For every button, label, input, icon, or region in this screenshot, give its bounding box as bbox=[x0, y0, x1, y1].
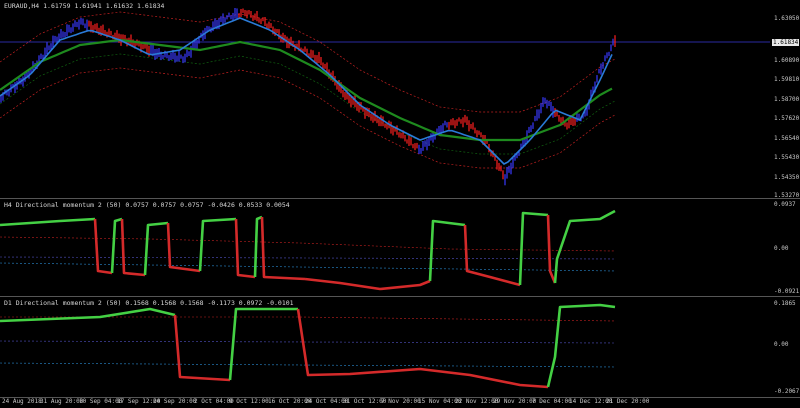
time-axis-label: 22 Nov 12:00 bbox=[455, 398, 499, 405]
h4-momentum-line bbox=[234, 218, 256, 279]
d1-momentum-chart[interactable] bbox=[0, 297, 770, 397]
price-axis-label: 1.56540 bbox=[774, 135, 800, 142]
d1-momentum-line bbox=[0, 307, 176, 323]
h4-momentum-line bbox=[428, 219, 466, 282]
time-axis-label: 29 Nov 20:00 bbox=[493, 398, 537, 405]
h4-momentum-chart[interactable] bbox=[0, 199, 770, 296]
current-price-tag: 1.61834 bbox=[772, 39, 800, 46]
time-axis-label: 24 Sep 20:00 bbox=[153, 398, 197, 405]
d1-indicator-pane[interactable]: D1 Directional momentum 2 (50) 0.1568 0.… bbox=[0, 297, 770, 397]
h4-momentum-line bbox=[143, 221, 169, 276]
h4-momentum-line bbox=[518, 211, 549, 286]
price-axis-label: 1.60890 bbox=[774, 57, 800, 64]
fast-moving-average-line bbox=[0, 17, 613, 165]
time-axis-label: 10 Sep 04:00 bbox=[79, 398, 123, 405]
price-axis-label: 1.54350 bbox=[774, 174, 800, 181]
h4-momentum-line bbox=[120, 218, 146, 277]
d1-momentum-line bbox=[173, 314, 231, 382]
time-axis-label: 31 Aug 20:00 bbox=[40, 398, 84, 405]
h4-momentum-line bbox=[553, 209, 616, 284]
h4-momentum-line bbox=[463, 224, 521, 287]
d1-axis-label: 0.1865 bbox=[774, 300, 796, 307]
price-axis-label: 1.59810 bbox=[774, 76, 800, 83]
d1-axis-label: 0.00 bbox=[774, 341, 789, 348]
h4-momentum-line bbox=[93, 218, 113, 275]
upper-band-line bbox=[0, 11, 616, 113]
h4-lower-level-line bbox=[0, 262, 616, 272]
candles bbox=[0, 8, 616, 186]
price-axis-label: 1.55430 bbox=[774, 154, 800, 161]
time-axis-label: 24 Oct 04:00 bbox=[305, 398, 349, 405]
h4-momentum-line bbox=[0, 217, 96, 227]
price-axis-label: 1.63050 bbox=[774, 15, 800, 22]
time-axis-label: 31 Oct 12:00 bbox=[343, 398, 387, 405]
h4-axis-label: -0.0921 bbox=[774, 288, 800, 295]
h4-momentum-line bbox=[198, 217, 237, 272]
d1-momentum-line bbox=[296, 308, 549, 389]
h4-axis-label: 0.0937 bbox=[774, 201, 796, 208]
chart-title: EURAUD,H4 1.61759 1.61941 1.61632 1.6183… bbox=[4, 2, 165, 10]
h4-momentum-line bbox=[304, 277, 431, 291]
h4-indicator-title: H4 Directional momentum 2 (50) 0.0757 0.… bbox=[4, 201, 290, 209]
time-axis-label: 21 Dec 20:00 bbox=[606, 398, 650, 405]
price-chart[interactable] bbox=[0, 0, 770, 198]
time-axis-label: 9 Oct 12:00 bbox=[229, 398, 269, 405]
d1-indicator-title: D1 Directional momentum 2 (50) 0.1568 0.… bbox=[4, 299, 294, 307]
h4-momentum-line bbox=[546, 214, 557, 284]
h4-axis-label: 0.00 bbox=[774, 245, 789, 252]
h4-momentum-line bbox=[253, 215, 263, 278]
time-axis-label: 2 Oct 04:00 bbox=[194, 398, 234, 405]
d1-momentum-line bbox=[546, 303, 616, 388]
d1-axis-label: -0.2067 bbox=[774, 388, 800, 395]
lower-band-line bbox=[0, 67, 616, 169]
d1-mid-level-line bbox=[0, 340, 616, 344]
h4-momentum-line bbox=[166, 222, 201, 273]
h4-momentum-line bbox=[260, 216, 306, 281]
time-axis-label: 7 Dec 04:00 bbox=[532, 398, 572, 405]
price-axis-label: 1.57620 bbox=[774, 115, 800, 122]
d1-momentum-line bbox=[228, 307, 298, 381]
price-axis-label: 1.53270 bbox=[774, 192, 800, 199]
h4-mid-level-line bbox=[0, 256, 616, 260]
h4-indicator-pane[interactable]: H4 Directional momentum 2 (50) 0.0757 0.… bbox=[0, 199, 770, 296]
price-axis-label: 1.58700 bbox=[774, 96, 800, 103]
time-axis-label: 24 Aug 2018 bbox=[2, 398, 42, 405]
price-chart-pane[interactable]: EURAUD,H4 1.61759 1.61941 1.61632 1.6183… bbox=[0, 0, 770, 198]
time-axis-label: 7 Nov 20:00 bbox=[381, 398, 421, 405]
